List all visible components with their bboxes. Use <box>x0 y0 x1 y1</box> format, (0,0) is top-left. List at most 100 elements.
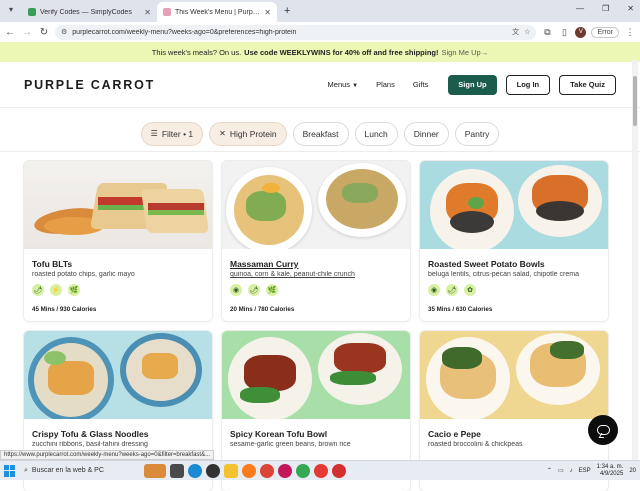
meal-photo <box>222 331 410 419</box>
purple-carrot-logo[interactable]: PURPLE CARROT <box>24 78 155 92</box>
chrome-alt-icon[interactable] <box>296 463 310 478</box>
tab-simplycodes[interactable]: Verify Codes — SimplyCodes ✕ <box>22 2 157 22</box>
file-explorer-icon[interactable] <box>224 463 238 478</box>
browser-tabbar: ▾ Verify Codes — SimplyCodes ✕ This Week… <box>0 0 640 22</box>
meal-tags: ◉ 🌶 ✿ <box>428 284 600 296</box>
purple-carrot-favicon-icon <box>163 8 171 16</box>
chrome-active-icon[interactable] <box>314 463 328 478</box>
meal-sides: beluga lentils, citrus-pecan salad, chip… <box>428 271 579 278</box>
clock-date: 4/9/2025 <box>599 470 624 477</box>
filter-label: Filter • 1 <box>161 128 194 139</box>
chip-pantry[interactable]: Pantry <box>454 121 500 146</box>
close-tab-icon[interactable]: ✕ <box>144 8 151 17</box>
notification-badge[interactable]: 20 <box>629 468 636 474</box>
clock-time: 1:34 a. m. <box>596 463 624 470</box>
chip-lunch[interactable]: Lunch <box>354 121 398 146</box>
meal-time-calories: 20 Mins / 780 Calories <box>230 306 295 313</box>
firefox-icon[interactable] <box>242 463 256 478</box>
filter-button[interactable]: ☰ Filter • 1 <box>140 121 204 146</box>
sidebar-icon[interactable]: ▯ <box>558 27 570 38</box>
window-controls: — ❐ ✕ <box>576 4 634 13</box>
chrome-extra-icon[interactable] <box>332 463 346 478</box>
extensions-icon[interactable]: ⧉ <box>541 27 553 38</box>
task-view-icon[interactable] <box>170 463 184 478</box>
tab-purple-carrot[interactable]: This Week's Menu | Purple Carrot ✕ <box>157 2 277 22</box>
edge-icon[interactable] <box>188 463 202 478</box>
meal-name[interactable]: Spicy Korean Tofu Bowl <box>230 429 402 439</box>
nav-plans[interactable]: Plans <box>376 80 395 89</box>
meal-card[interactable]: Massaman Curry quinoa, corn & kale, pean… <box>222 161 410 321</box>
url-bar[interactable]: ⚙ purplecarrot.com/weekly-menu?weeks-ago… <box>55 24 537 40</box>
meal-name[interactable]: Massaman Curry <box>230 259 402 269</box>
tab-search-icon[interactable]: ▾ <box>5 5 17 17</box>
chip-breakfast[interactable]: Breakfast <box>292 121 349 146</box>
volume-icon[interactable]: ♪ <box>570 468 573 474</box>
scrollbar-thumb[interactable] <box>633 76 637 126</box>
take-quiz-button[interactable]: Take Quiz <box>559 74 616 95</box>
bookmark-star-icon[interactable]: ☆ <box>524 28 530 36</box>
taskbar-search[interactable]: ⌕ Buscar en la web & PC <box>20 464 140 478</box>
meal-card[interactable]: Tofu BLTs roasted potato chips, garlic m… <box>24 161 212 321</box>
chat-button[interactable] <box>588 415 618 445</box>
new-tab-button[interactable]: + <box>277 2 297 22</box>
spicy-icon: 🌶 <box>248 284 260 296</box>
clock[interactable]: 1:34 a. m. 4/9/2025 <box>597 464 624 478</box>
error-button[interactable]: Error <box>591 26 619 38</box>
media-player-icon[interactable] <box>206 463 220 478</box>
minimize-icon[interactable]: — <box>576 4 584 13</box>
system-tray: ⌃ ▭ ♪ ESP 1:34 a. m. 4/9/2025 20 <box>547 464 636 478</box>
profile-avatar[interactable]: V <box>575 26 587 38</box>
meal-photo <box>222 161 410 249</box>
nav-menus[interactable]: Menus ▼ <box>328 80 359 89</box>
leaf-icon: 🌿 <box>266 284 278 296</box>
menu-kebab-icon[interactable]: ⋮ <box>624 27 636 38</box>
chrome-icon[interactable] <box>260 463 274 478</box>
meal-photo <box>24 331 212 419</box>
meal-photo <box>420 161 608 249</box>
translate-icon[interactable]: 文 <box>512 27 519 37</box>
promo-signup-link[interactable]: Sign Me Up→ <box>442 48 489 57</box>
language-indicator[interactable]: ESP <box>579 468 591 474</box>
forward-icon[interactable]: → <box>21 27 33 38</box>
chat-icon <box>596 425 610 435</box>
tab-title: This Week's Menu | Purple Carrot <box>175 8 260 16</box>
network-icon[interactable]: ▭ <box>558 467 564 474</box>
site-header: PURPLE CARROT Menus ▼ Plans Gifts Sign U… <box>0 62 640 108</box>
sign-up-button[interactable]: Sign Up <box>448 74 497 95</box>
main-nav: Menus ▼ Plans Gifts <box>328 80 429 89</box>
weather-widget-icon[interactable] <box>144 463 166 478</box>
protein-icon: ◉ <box>230 284 242 296</box>
close-tab-icon[interactable]: ✕ <box>264 8 271 17</box>
meal-time-calories: 45 Mins / 930 Calories <box>32 306 97 313</box>
taskbar-search-placeholder: Buscar en la web & PC <box>31 467 104 474</box>
windows-start-icon[interactable] <box>4 464 16 477</box>
chip-high-protein[interactable]: ✕ High Protein <box>209 121 287 146</box>
restore-icon[interactable]: ❐ <box>602 4 609 13</box>
nav-menus-label: Menus <box>327 80 351 89</box>
tray-chevron-icon[interactable]: ⌃ <box>547 467 552 474</box>
page-scrollbar[interactable] <box>632 60 638 460</box>
meal-sides: zucchini ribbons, basil-tahini dressing <box>32 441 148 448</box>
site-info-icon[interactable]: ⚙ <box>61 28 67 36</box>
meal-name[interactable]: Roasted Sweet Potato Bowls <box>428 259 600 269</box>
log-in-button[interactable]: Log In <box>505 74 551 95</box>
reload-icon[interactable]: ↻ <box>38 27 50 38</box>
meal-card[interactable]: Roasted Sweet Potato Bowls beluga lentil… <box>420 161 608 321</box>
chip-dinner[interactable]: Dinner <box>403 121 449 146</box>
url-text[interactable]: purplecarrot.com/weekly-menu?weeks-ago=0… <box>72 29 507 36</box>
back-icon[interactable]: ← <box>4 27 16 38</box>
leaf-icon: 🌿 <box>68 284 80 296</box>
chrome-profile-icon[interactable] <box>278 463 292 478</box>
meal-sides: sesame-garlic green beans, brown rice <box>230 441 351 448</box>
meal-name[interactable]: Tofu BLTs <box>32 259 204 269</box>
meal-sides: roasted potato chips, garlic mayo <box>32 271 135 278</box>
close-window-icon[interactable]: ✕ <box>627 4 634 13</box>
meal-name[interactable]: Cacio e Pepe <box>428 429 600 439</box>
windows-taskbar: ⌕ Buscar en la web & PC ⌃ ▭ ♪ ESP 1:34 a… <box>0 460 640 480</box>
meal-photo <box>420 331 608 419</box>
meal-name[interactable]: Crispy Tofu & Glass Noodles <box>32 429 204 439</box>
nav-gifts[interactable]: Gifts <box>413 80 428 89</box>
spicy-icon: 🌶 <box>32 284 44 296</box>
promo-lead: This week's meals? On us. <box>151 47 242 57</box>
remove-filter-icon[interactable]: ✕ <box>219 129 226 138</box>
